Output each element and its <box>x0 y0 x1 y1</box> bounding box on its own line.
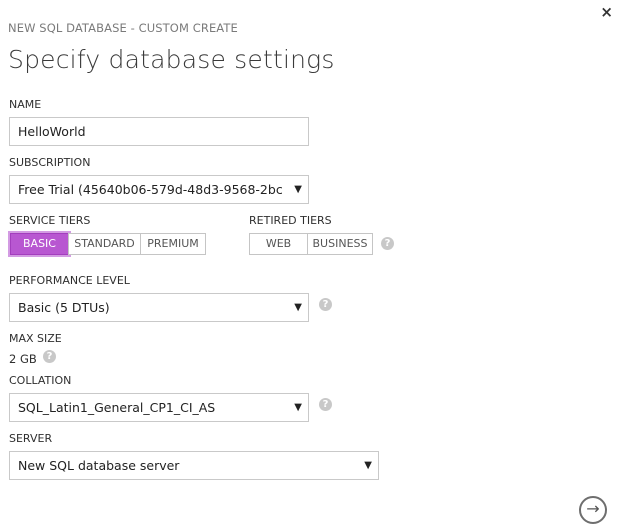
page-title: Specify database settings <box>8 45 335 74</box>
subscription-value: Free Trial (45640b06-579d-48d3-9568-2bc5… <box>18 182 282 197</box>
collation-help-icon[interactable]: ? <box>319 398 332 411</box>
retired-tiers-toggle: WEB BUSINESS <box>249 233 373 255</box>
chevron-down-icon: ▼ <box>294 402 302 413</box>
collation-select[interactable]: SQL_Latin1_General_CP1_CI_AS ▼ <box>9 393 309 422</box>
tier-web-button[interactable]: WEB <box>249 233 308 255</box>
tier-business-button[interactable]: BUSINESS <box>307 233 373 255</box>
server-value: New SQL database server <box>18 458 180 473</box>
close-icon[interactable]: × <box>600 3 613 21</box>
tier-premium-button[interactable]: PREMIUM <box>140 233 206 255</box>
max-size-help-icon[interactable]: ? <box>43 350 56 363</box>
tier-standard-button[interactable]: STANDARD <box>68 233 141 255</box>
chevron-down-icon: ▼ <box>364 460 372 471</box>
performance-level-select[interactable]: Basic (5 DTUs) ▼ <box>9 293 309 322</box>
performance-level-help-icon[interactable]: ? <box>319 298 332 311</box>
name-input[interactable]: HelloWorld <box>9 117 309 146</box>
server-select[interactable]: New SQL database server ▼ <box>9 451 379 480</box>
service-tiers-toggle: BASIC STANDARD PREMIUM <box>8 231 206 257</box>
chevron-down-icon: ▼ <box>294 184 302 195</box>
max-size-value: 2 GB <box>9 352 37 366</box>
server-label: SERVER <box>9 432 53 445</box>
subscription-select[interactable]: Free Trial (45640b06-579d-48d3-9568-2bc5… <box>9 175 309 204</box>
retired-tiers-help-icon[interactable]: ? <box>381 237 394 250</box>
performance-level-value: Basic (5 DTUs) <box>18 300 110 315</box>
collation-value: SQL_Latin1_General_CP1_CI_AS <box>18 400 216 415</box>
name-label: NAME <box>9 98 42 111</box>
breadcrumb: NEW SQL DATABASE - CUSTOM CREATE <box>8 21 238 35</box>
collation-label: COLLATION <box>9 374 72 387</box>
max-size-label: MAX SIZE <box>9 332 62 345</box>
subscription-label: SUBSCRIPTION <box>9 156 91 169</box>
tier-basic-button[interactable]: BASIC <box>8 231 71 257</box>
next-arrow-button[interactable]: → <box>579 496 607 524</box>
chevron-down-icon: ▼ <box>294 302 302 313</box>
service-tiers-label: SERVICE TIERS <box>9 214 91 227</box>
retired-tiers-label: RETIRED TIERS <box>249 214 332 227</box>
performance-level-label: PERFORMANCE LEVEL <box>9 274 130 287</box>
